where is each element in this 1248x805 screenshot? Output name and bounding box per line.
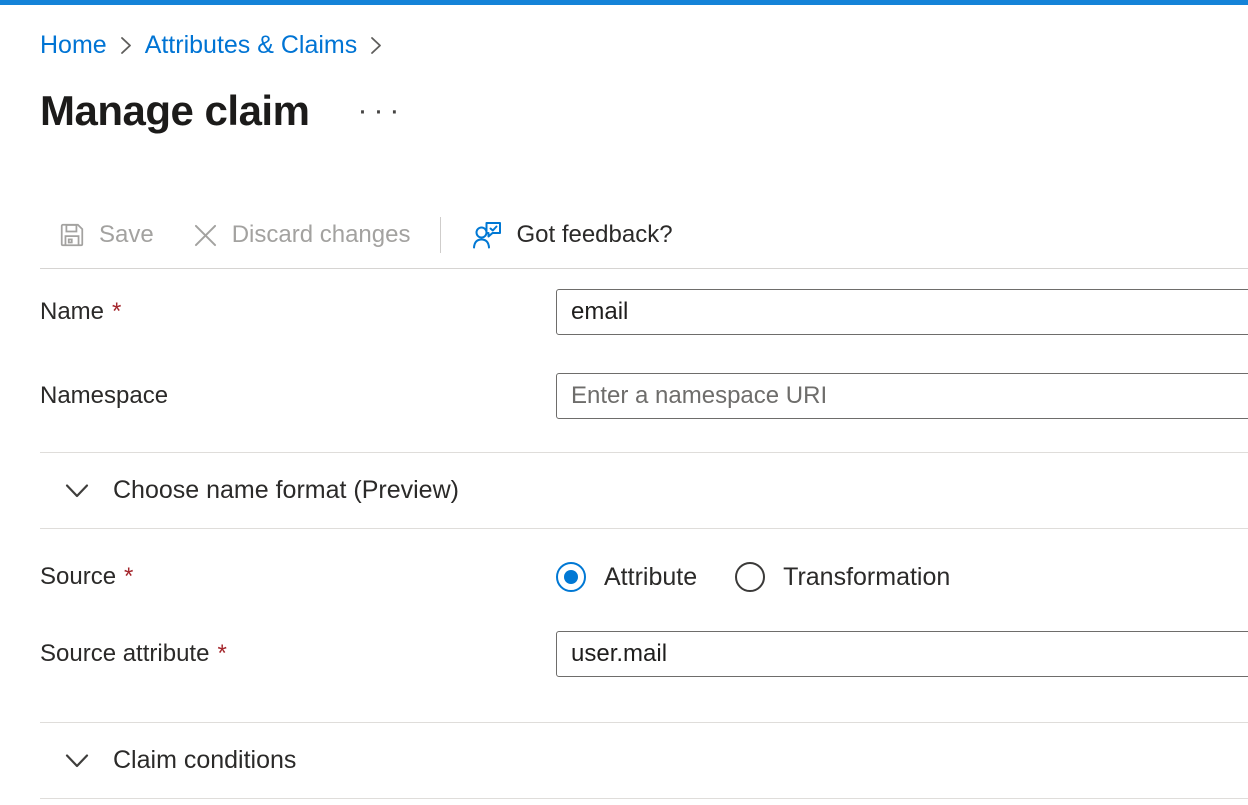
got-feedback-label: Got feedback? [516,221,672,249]
manage-claim-page: Home Attributes & Claims Manage claim ··… [0,0,1248,805]
radio-label: Attribute [604,563,697,592]
save-button-label: Save [99,221,154,249]
page-title: Manage claim [40,88,309,134]
dismiss-x-icon [192,222,219,249]
chevron-right-icon [120,36,132,55]
choose-name-format-label: Choose name format (Preview) [113,476,459,505]
chevron-down-icon [65,753,89,769]
panel-accent-bar [0,0,1248,5]
got-feedback-button[interactable]: Got feedback? [471,219,672,251]
name-field-label: Name* [40,298,556,326]
source-attribute-input[interactable] [556,631,1248,677]
radio-button-icon [556,562,586,592]
choose-name-format-section-toggle[interactable]: Choose name format (Preview) [40,453,1248,528]
section-divider [40,798,1248,799]
required-asterisk: * [217,640,226,667]
source-radio-attribute[interactable]: Attribute [556,562,697,592]
name-input[interactable] [556,289,1248,335]
required-asterisk: * [112,298,121,325]
source-attribute-field-label: Source attribute* [40,640,556,668]
source-field-label: Source* [40,563,556,591]
section-divider [40,528,1248,529]
save-icon [58,221,86,249]
namespace-input[interactable] [556,373,1248,419]
radio-label: Transformation [783,563,950,592]
chevron-down-icon [65,483,89,499]
command-bar: Save Discard changes [40,212,1248,258]
breadcrumb-link-home[interactable]: Home [40,32,107,58]
toolbar-separator [440,217,441,253]
namespace-field-label: Namespace [40,382,556,410]
discard-changes-label: Discard changes [232,221,411,249]
claim-conditions-section-toggle[interactable]: Claim conditions [40,723,1248,798]
discard-changes-button[interactable]: Discard changes [192,221,411,249]
source-radio-transformation[interactable]: Transformation [735,562,950,592]
breadcrumb: Home Attributes & Claims [40,32,1248,58]
breadcrumb-link-attributes-claims[interactable]: Attributes & Claims [145,32,358,58]
claim-conditions-label: Claim conditions [113,746,296,775]
source-radio-group: Attribute Transformation [556,562,950,592]
radio-button-icon [735,562,765,592]
required-asterisk: * [124,563,133,590]
toolbar-bottom-divider [40,268,1248,269]
save-button[interactable]: Save [58,221,154,249]
more-options-icon[interactable]: ··· [357,96,405,126]
feedback-icon [471,219,503,251]
chevron-right-icon [370,36,382,55]
